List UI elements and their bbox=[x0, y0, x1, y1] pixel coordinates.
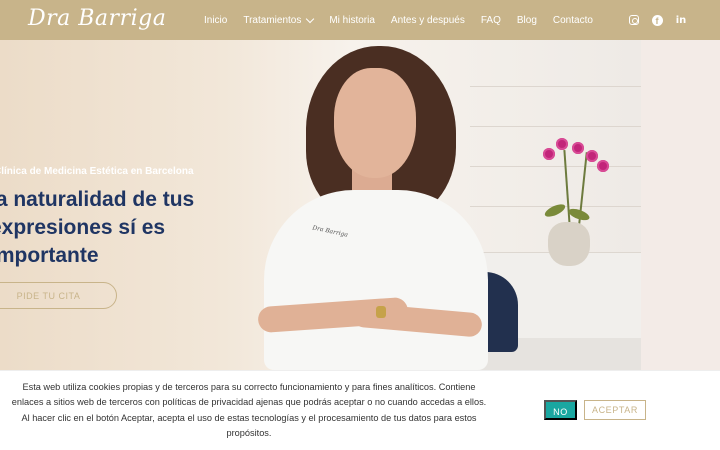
nav-item-tratamientos[interactable]: Tratamientos bbox=[243, 14, 315, 26]
orchid-leaf bbox=[543, 201, 567, 220]
linkedin-icon[interactable]: in bbox=[674, 0, 688, 40]
nav-label: Mi historia bbox=[329, 14, 375, 26]
headline-line: importante bbox=[0, 244, 99, 267]
hero-headline: la naturalidad de tus expresiones sí es … bbox=[0, 186, 240, 270]
nav-label: Antes y después bbox=[390, 14, 465, 26]
wall-line bbox=[470, 86, 641, 87]
nav-label: FAQ bbox=[480, 14, 501, 26]
hero-section: Dra Barriga Clínica de Medicina Estética… bbox=[0, 40, 641, 370]
instagram-icon[interactable] bbox=[627, 0, 641, 40]
nav-label: Blog bbox=[516, 14, 537, 26]
reject-cookies-button[interactable]: NO bbox=[544, 400, 577, 420]
orchid-flower bbox=[586, 150, 598, 162]
site-header: Dra Barriga Inicio Tratamientos Mi histo… bbox=[0, 0, 720, 40]
nav-item-mi-historia[interactable]: Mi historia bbox=[329, 15, 375, 26]
hero-side-panel bbox=[641, 40, 720, 370]
nav-label: Tratamientos bbox=[243, 14, 302, 26]
nav-item-antes-despues[interactable]: Antes y después bbox=[391, 15, 465, 26]
hero-subtitle: Clínica de Medicina Estética en Barcelon… bbox=[0, 166, 194, 177]
headline-line: la naturalidad de tus bbox=[0, 188, 195, 211]
facebook-icon[interactable]: f bbox=[650, 0, 664, 40]
portrait-face bbox=[334, 68, 416, 178]
headline-line: expresiones sí es bbox=[0, 216, 166, 239]
orchid-flower bbox=[597, 160, 609, 172]
nav-item-contacto[interactable]: Contacto bbox=[553, 15, 593, 26]
site-logo[interactable]: Dra Barriga bbox=[28, 6, 166, 31]
main-nav: Inicio Tratamientos Mi historia Antes y … bbox=[204, 0, 609, 40]
cookie-banner: Esta web utiliza cookies propias y de te… bbox=[0, 370, 720, 450]
nav-item-faq[interactable]: FAQ bbox=[481, 15, 501, 26]
wristwatch bbox=[376, 306, 386, 318]
wall-line bbox=[470, 166, 641, 167]
book-appointment-button[interactable]: PIDE TU CITA bbox=[0, 282, 117, 309]
wall-line bbox=[470, 126, 641, 127]
cookie-banner-text: Esta web utiliza cookies propias y de te… bbox=[11, 382, 487, 438]
nav-label: Contacto bbox=[552, 14, 593, 26]
nav-item-blog[interactable]: Blog bbox=[517, 15, 537, 26]
flower-vase bbox=[548, 222, 590, 266]
nav-item-inicio[interactable]: Inicio bbox=[204, 15, 227, 26]
orchid-flower bbox=[543, 148, 555, 160]
portrait-coat bbox=[264, 190, 488, 370]
nav-label: Inicio bbox=[204, 14, 228, 26]
chevron-down-icon bbox=[306, 14, 315, 23]
orchid-flower bbox=[556, 138, 568, 150]
accept-cookies-button[interactable]: ACEPTAR bbox=[584, 400, 646, 420]
orchid-flower bbox=[572, 142, 584, 154]
